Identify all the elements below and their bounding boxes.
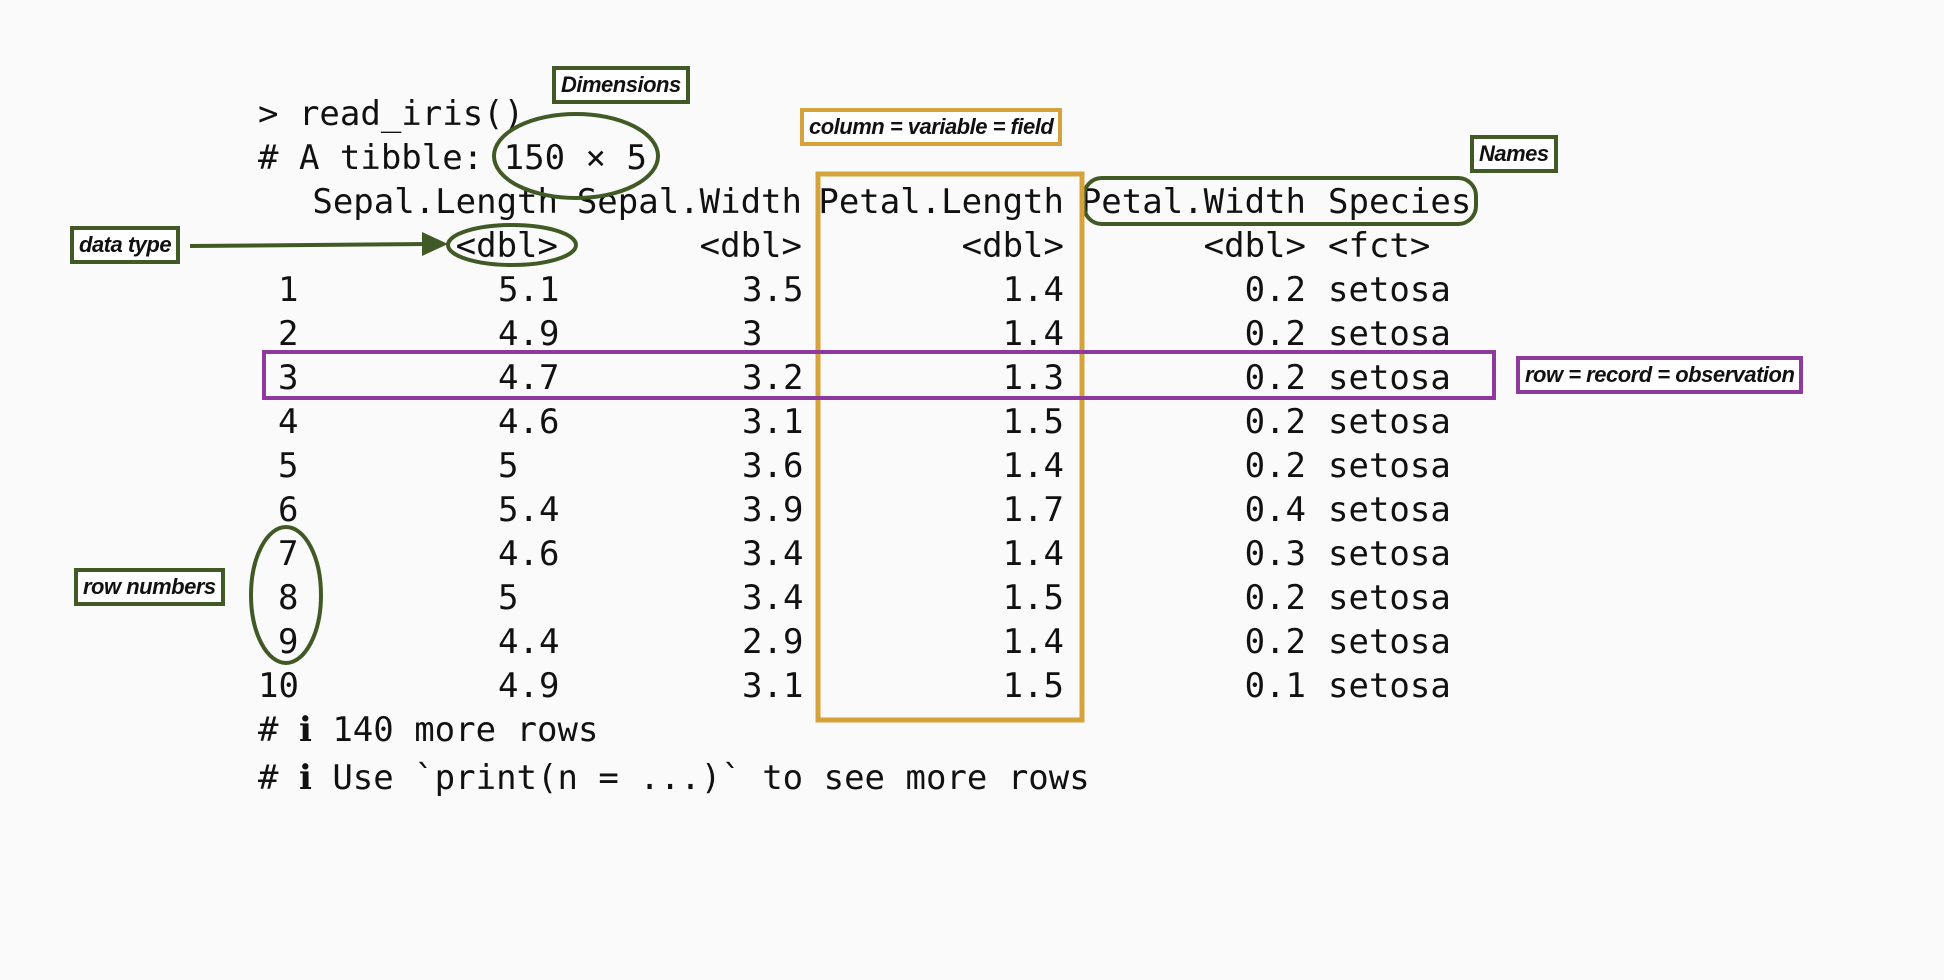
- column-label: column = variable = field: [800, 108, 1063, 146]
- row-label: row = record = observation: [1516, 356, 1804, 394]
- row-numbers-ellipse: [249, 525, 323, 665]
- column-outline: [815, 171, 1085, 723]
- dimensions-ellipse: [492, 112, 660, 200]
- data-type-ellipse: [446, 223, 578, 267]
- row-outline: [262, 350, 1496, 400]
- data-type-arrowhead: [422, 232, 448, 256]
- row-numbers-label: row numbers: [74, 568, 225, 606]
- data-type-label: data type: [70, 226, 181, 264]
- annotation-overlay: [189, 112, 1496, 723]
- data-type-arrow-line: [189, 242, 431, 248]
- dimensions-label: Dimensions: [552, 66, 690, 104]
- names-outline: [1082, 176, 1478, 226]
- names-label: Names: [1470, 135, 1558, 173]
